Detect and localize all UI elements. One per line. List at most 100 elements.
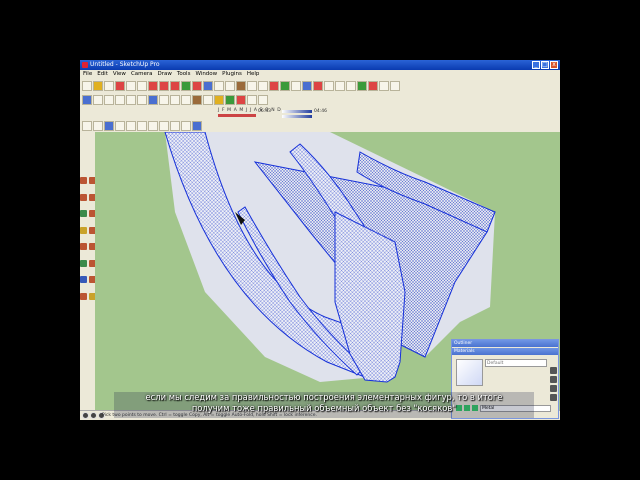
undo-icon[interactable] — [159, 121, 169, 131]
push-pull-tool-icon[interactable] — [148, 81, 158, 91]
scale-tool-icon[interactable] — [192, 81, 202, 91]
shaded-icon[interactable] — [181, 95, 191, 105]
open-file-icon[interactable] — [93, 121, 103, 131]
maximize-button[interactable]: □ — [541, 61, 549, 69]
google-earth-icon[interactable] — [236, 95, 246, 105]
menu-bar: File Edit View Camera Draw Tools Window … — [80, 70, 560, 79]
orbit-tool-icon[interactable] — [280, 81, 290, 91]
offset-tool-icon[interactable] — [203, 81, 213, 91]
wireframe-icon[interactable] — [159, 95, 169, 105]
close-button[interactable]: x — [550, 61, 558, 69]
circle-icon[interactable] — [80, 226, 87, 234]
rectangle-icon[interactable] — [80, 210, 87, 217]
menu-draw[interactable]: Draw — [158, 70, 172, 79]
monochrome-icon[interactable] — [203, 95, 213, 105]
warehouse-icon[interactable] — [247, 95, 257, 105]
print-icon[interactable] — [181, 121, 191, 131]
select-icon[interactable] — [80, 177, 87, 184]
protractor-icon[interactable] — [236, 81, 246, 91]
save-icon[interactable] — [104, 121, 114, 131]
sketchup-app-icon — [82, 62, 88, 68]
follow-me-tool-icon[interactable] — [181, 81, 191, 91]
share-model-icon[interactable] — [258, 95, 268, 105]
shadow-time-left: 06:43 — [258, 109, 271, 114]
axes-tool-icon[interactable] — [258, 81, 268, 91]
menu-file[interactable]: File — [83, 70, 92, 79]
eraser-tool-icon[interactable] — [93, 81, 103, 91]
standard-toolbar — [82, 120, 202, 132]
rectangle-tool-icon[interactable] — [115, 81, 125, 91]
minimize-button[interactable]: _ — [532, 61, 540, 69]
model-info-icon[interactable] — [192, 121, 202, 131]
right-view-icon[interactable] — [115, 95, 125, 105]
cut-icon[interactable] — [115, 121, 125, 131]
time-slider[interactable] — [282, 110, 312, 113]
window-title: Untitled - SketchUp Pro — [90, 61, 160, 68]
iso-view-icon[interactable] — [82, 95, 92, 105]
3d-text-icon[interactable] — [269, 81, 279, 91]
text-tool-icon[interactable] — [247, 81, 257, 91]
paint-bucket-icon[interactable] — [80, 193, 87, 201]
new-file-icon[interactable] — [82, 121, 92, 131]
shaded-textures-icon[interactable] — [192, 95, 202, 105]
zoom-window-icon[interactable] — [313, 81, 323, 91]
line-tool-icon[interactable] — [104, 81, 114, 91]
video-subtitle: если мы следим за правильностью построен… — [114, 392, 534, 418]
copy-icon[interactable] — [126, 121, 136, 131]
xray-icon[interactable] — [148, 95, 158, 105]
paste-icon[interactable] — [137, 121, 147, 131]
menu-window[interactable]: Window — [195, 70, 217, 79]
polygon-icon[interactable] — [80, 243, 87, 250]
section-plane-icon[interactable] — [390, 81, 400, 91]
zoom-tool-icon[interactable] — [302, 81, 312, 91]
top-view-icon[interactable] — [93, 95, 103, 105]
dimension-tool-icon[interactable] — [225, 81, 235, 91]
menu-help[interactable]: Help — [247, 70, 260, 79]
hidden-line-icon[interactable] — [170, 95, 180, 105]
tape-measure-icon[interactable] — [214, 81, 224, 91]
geo-location-icon[interactable] — [82, 412, 89, 419]
credits-icon[interactable] — [90, 412, 97, 419]
scale-icon[interactable] — [80, 292, 87, 300]
subtitle-line-1: если мы следим за правильностью построен… — [145, 392, 503, 402]
sandbox-icon[interactable] — [214, 95, 224, 105]
shadow-months[interactable]: J F M A M J J A S O N D — [218, 108, 281, 113]
month-slider[interactable] — [218, 114, 256, 117]
title-bar: Untitled - SketchUp Pro _ □ x — [80, 60, 560, 70]
zoom-extents-icon[interactable] — [324, 81, 334, 91]
front-view-icon[interactable] — [104, 95, 114, 105]
position-camera-icon[interactable] — [357, 81, 367, 91]
outliner-header[interactable]: Outliner — [452, 340, 558, 347]
look-around-icon[interactable] — [379, 81, 389, 91]
material-swatch[interactable] — [456, 359, 483, 386]
rotate-tool-icon[interactable] — [170, 81, 180, 91]
move-icon[interactable] — [80, 259, 87, 267]
materials-header[interactable]: Materials — [452, 348, 558, 355]
select-tool-icon[interactable] — [82, 81, 92, 91]
previous-view-icon[interactable] — [335, 81, 345, 91]
default-material-icon[interactable] — [550, 385, 557, 392]
menu-edit[interactable]: Edit — [97, 70, 108, 79]
create-material-icon[interactable] — [550, 376, 557, 383]
display-secondary-icon[interactable] — [550, 367, 557, 374]
menu-plugins[interactable]: Plugins — [222, 70, 242, 79]
menu-view[interactable]: View — [113, 70, 126, 79]
sample-paint-icon[interactable] — [550, 394, 557, 401]
add-location-icon[interactable] — [225, 95, 235, 105]
back-view-icon[interactable] — [126, 95, 136, 105]
erase-icon[interactable] — [148, 121, 158, 131]
menu-tools[interactable]: Tools — [177, 70, 191, 79]
circle-tool-icon[interactable] — [126, 81, 136, 91]
rotate-icon[interactable] — [80, 276, 87, 283]
redo-icon[interactable] — [170, 121, 180, 131]
walk-tool-icon[interactable] — [368, 81, 378, 91]
move-tool-icon[interactable] — [159, 81, 169, 91]
pan-tool-icon[interactable] — [291, 81, 301, 91]
next-view-icon[interactable] — [346, 81, 356, 91]
views-toolbar — [82, 94, 268, 106]
left-view-icon[interactable] — [137, 95, 147, 105]
time-slider-2[interactable] — [282, 115, 312, 118]
menu-camera[interactable]: Camera — [131, 70, 153, 79]
material-name-field[interactable]: Default — [485, 359, 547, 367]
arc-tool-icon[interactable] — [137, 81, 147, 91]
